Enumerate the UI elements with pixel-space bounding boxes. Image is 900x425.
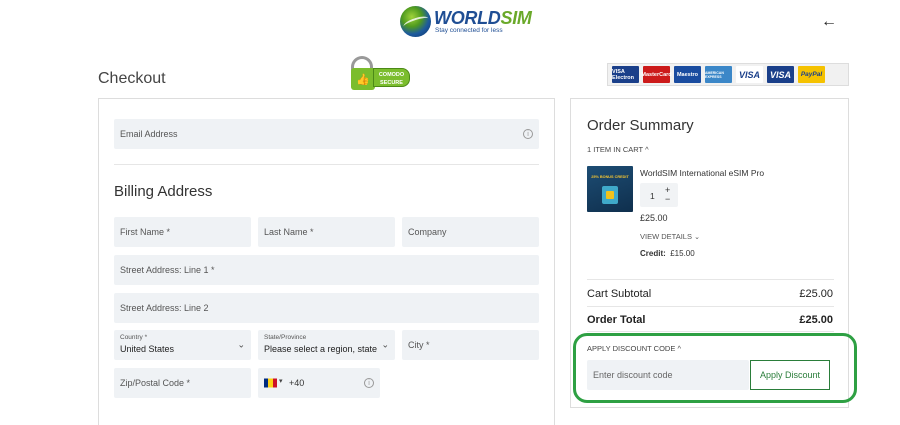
cart-subtotal-value: £25.00: [799, 288, 833, 300]
info-icon[interactable]: i: [523, 129, 533, 139]
country-select[interactable]: Country * United States ⌄: [114, 330, 251, 360]
divider: [587, 279, 834, 280]
comodo-secure-badge: 👍 COMODO SECURE: [351, 56, 411, 90]
items-in-cart-toggle[interactable]: 1 ITEM IN CART ^: [587, 145, 649, 154]
page-title: Checkout: [98, 70, 166, 87]
company-field[interactable]: Company: [402, 217, 539, 247]
email-placeholder: Email Address: [120, 129, 178, 139]
state-select[interactable]: State/Province Please select a region, s…: [258, 330, 395, 360]
order-total-label: Order Total: [587, 314, 646, 326]
visa-electron-icon: VISA Electron: [612, 66, 639, 83]
credit-line: Credit: £15.00: [640, 249, 695, 258]
minus-icon[interactable]: −: [665, 195, 670, 204]
thumbnail-promo-text: 25% BONUS CREDIT: [591, 175, 629, 179]
phone-country-caret-icon[interactable]: ▾: [279, 377, 283, 385]
first-name-field[interactable]: First Name *: [114, 217, 251, 247]
divider: [114, 164, 539, 165]
divider: [587, 306, 834, 307]
chevron-down-icon: ⌄: [381, 339, 389, 350]
thumbs-up-icon: 👍: [351, 68, 375, 90]
back-arrow-icon[interactable]: ←: [821, 13, 837, 31]
globe-icon: [400, 6, 431, 37]
chevron-down-icon: ⌄: [237, 339, 245, 350]
maestro-icon: Maestro: [674, 66, 701, 83]
quantity-stepper[interactable]: 1 + −: [640, 183, 678, 207]
billing-address-title: Billing Address: [114, 183, 213, 200]
cart-subtotal-label: Cart Subtotal: [587, 288, 652, 300]
visa-icon: VISA: [736, 66, 763, 83]
discount-code-input[interactable]: Enter discount code: [587, 360, 749, 390]
visa-blue-icon: VISA: [767, 66, 794, 83]
country-label: Country *: [120, 334, 148, 341]
order-total-value: £25.00: [799, 314, 833, 326]
quantity-value[interactable]: 1: [650, 191, 655, 201]
email-field[interactable]: Email Address i: [114, 119, 539, 149]
cart-subtotal-row: Cart Subtotal £25.00: [587, 288, 833, 300]
comodo-text: COMODO SECURE: [373, 68, 410, 87]
worldsim-logo[interactable]: WORLDSIM Stay connected for less: [400, 6, 532, 40]
logo-wordmark: WORLDSIM: [434, 8, 532, 28]
first-name-placeholder: First Name *: [120, 227, 171, 237]
city-placeholder: City *: [408, 340, 430, 350]
payment-methods: VISA Electron MasterCard Maestro AMERICA…: [607, 63, 849, 86]
sim-chip-icon: [602, 186, 618, 204]
state-label: State/Province: [264, 334, 307, 341]
info-icon[interactable]: i: [364, 378, 374, 388]
apply-discount-button[interactable]: Apply Discount: [750, 360, 830, 390]
street-line1-placeholder: Street Address: Line 1 *: [120, 265, 215, 275]
apply-discount-toggle[interactable]: APPLY DISCOUNT CODE ^: [587, 344, 681, 353]
caret-up-icon: ^: [645, 145, 649, 154]
divider: [587, 331, 834, 332]
state-value: Please select a region, state or provinc…: [264, 344, 380, 354]
street-line1-field[interactable]: Street Address: Line 1 *: [114, 255, 539, 285]
product-thumbnail: 25% BONUS CREDIT: [587, 166, 633, 212]
city-field[interactable]: City *: [402, 330, 539, 360]
zip-placeholder: Zip/Postal Code *: [120, 378, 191, 388]
logo-tagline: Stay connected for less: [435, 27, 503, 34]
order-total-row: Order Total £25.00: [587, 314, 833, 326]
street-line2-placeholder: Street Address: Line 2: [120, 303, 209, 313]
phone-country-code: +40: [289, 378, 305, 388]
romania-flag-icon[interactable]: [264, 378, 277, 388]
last-name-field[interactable]: Last Name *: [258, 217, 395, 247]
country-value: United States: [120, 344, 175, 354]
caret-up-icon: ^: [677, 344, 681, 353]
amex-icon: AMERICAN EXPRESS: [705, 66, 732, 83]
order-summary-title: Order Summary: [587, 117, 694, 134]
paypal-icon: PayPal: [798, 66, 825, 83]
chevron-down-icon: ⌄: [694, 234, 700, 241]
phone-field[interactable]: ▾ +40 i: [258, 368, 380, 398]
product-price: £25.00: [640, 213, 668, 223]
company-placeholder: Company: [408, 227, 447, 237]
order-summary-panel: Order Summary 1 ITEM IN CART ^ 25% BONUS…: [570, 98, 849, 408]
discount-code-placeholder: Enter discount code: [593, 370, 673, 380]
mastercard-icon: MasterCard: [641, 66, 672, 83]
last-name-placeholder: Last Name *: [264, 227, 314, 237]
view-details-toggle[interactable]: VIEW DETAILS ⌄: [640, 232, 700, 241]
product-name: WorldSIM International eSIM Pro: [640, 168, 765, 178]
zip-field[interactable]: Zip/Postal Code *: [114, 368, 251, 398]
checkout-form-panel: Email Address i Billing Address First Na…: [98, 98, 555, 425]
street-line2-field[interactable]: Street Address: Line 2: [114, 293, 539, 323]
